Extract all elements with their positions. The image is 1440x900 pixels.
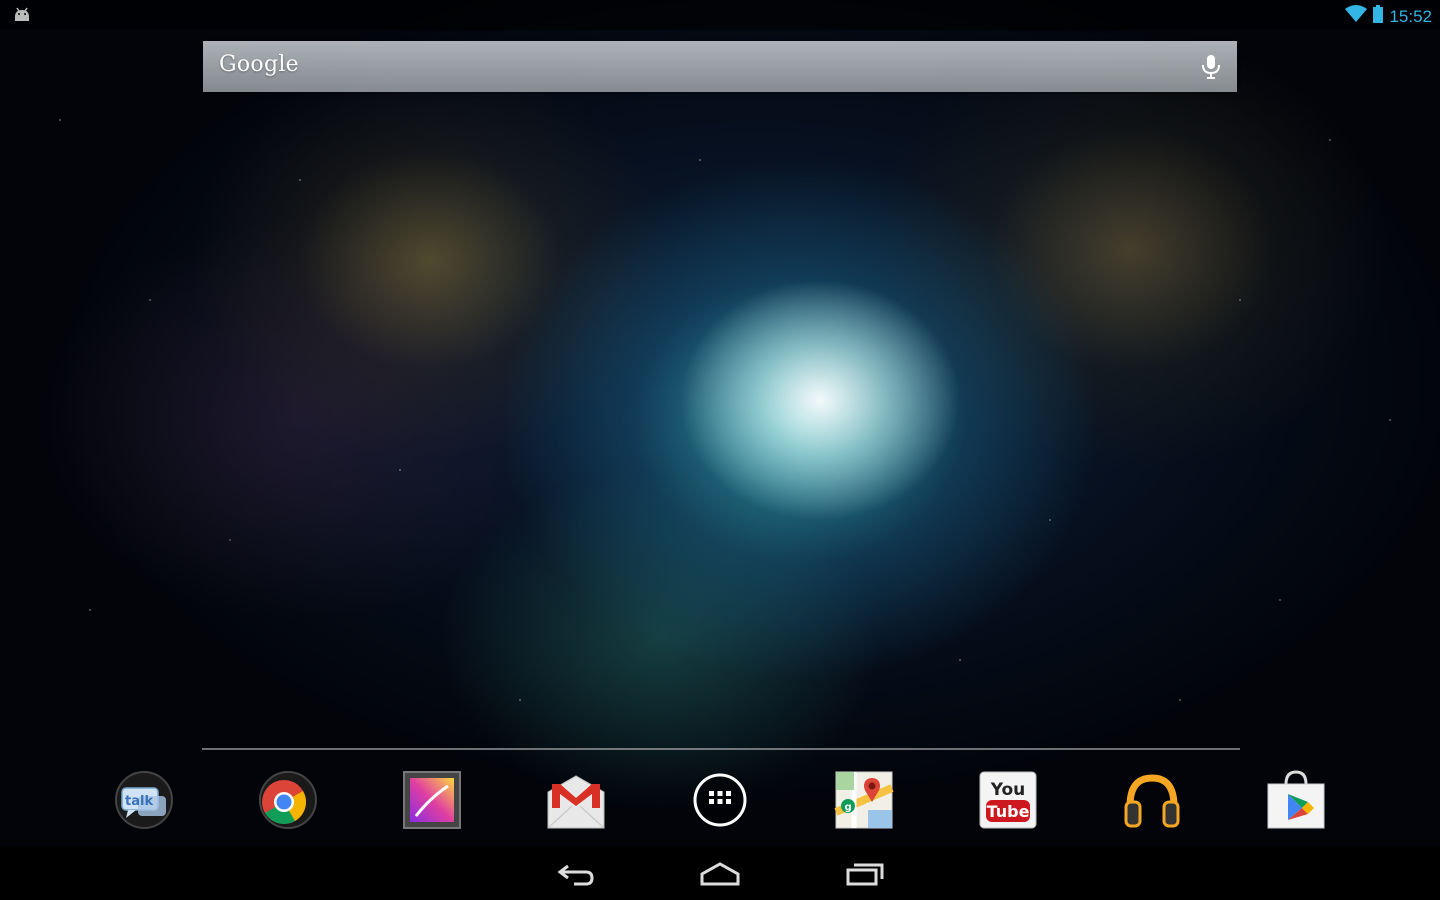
app-drawer-button[interactable]: [688, 768, 752, 832]
back-button[interactable]: [552, 858, 600, 890]
chrome-icon: [259, 771, 317, 829]
gallery-app[interactable]: [400, 768, 464, 832]
gmail-icon: [547, 775, 605, 829]
play-store-app[interactable]: [1264, 768, 1328, 832]
status-bar: 15:52: [0, 0, 1440, 30]
android-debug-icon: [12, 7, 32, 28]
dock-divider: [202, 748, 1240, 750]
talk-app[interactable]: talk: [112, 768, 176, 832]
gallery-icon: [403, 771, 461, 829]
home-button[interactable]: [696, 858, 744, 890]
svg-text:talk: talk: [125, 794, 153, 809]
microphone-icon[interactable]: [1197, 52, 1225, 82]
home-icon: [700, 862, 740, 886]
google-search-bar[interactable]: Google: [203, 41, 1237, 92]
google-logo: Google: [219, 52, 300, 77]
wifi-icon: [1345, 5, 1368, 28]
maps-icon: g: [834, 771, 894, 829]
talk-icon: talk: [115, 771, 173, 829]
recent-apps-icon: [846, 863, 884, 886]
play-music-app[interactable]: [1120, 768, 1184, 832]
svg-text:Tube: Tube: [987, 802, 1030, 821]
battery-icon: [1373, 5, 1384, 28]
headphones-icon: [1124, 774, 1180, 828]
gmail-app[interactable]: [544, 768, 608, 832]
navigation-bar: [0, 846, 1440, 900]
play-store-icon: [1267, 770, 1325, 829]
youtube-app[interactable]: You Tube: [976, 768, 1040, 832]
app-drawer-icon: [693, 773, 747, 827]
youtube-icon: You Tube: [979, 771, 1037, 829]
home-screen: 15:52 Google talk g You Tube: [0, 0, 1440, 900]
chrome-app[interactable]: [256, 768, 320, 832]
maps-app[interactable]: g: [832, 768, 896, 832]
svg-text:g: g: [845, 802, 852, 813]
dock: talk g You Tube: [0, 760, 1440, 844]
status-clock: 15:52: [1389, 6, 1432, 26]
recent-apps-button[interactable]: [842, 858, 890, 890]
status-indicators: 15:52: [1345, 5, 1432, 28]
back-icon: [557, 864, 594, 886]
svg-text:You: You: [990, 780, 1026, 800]
